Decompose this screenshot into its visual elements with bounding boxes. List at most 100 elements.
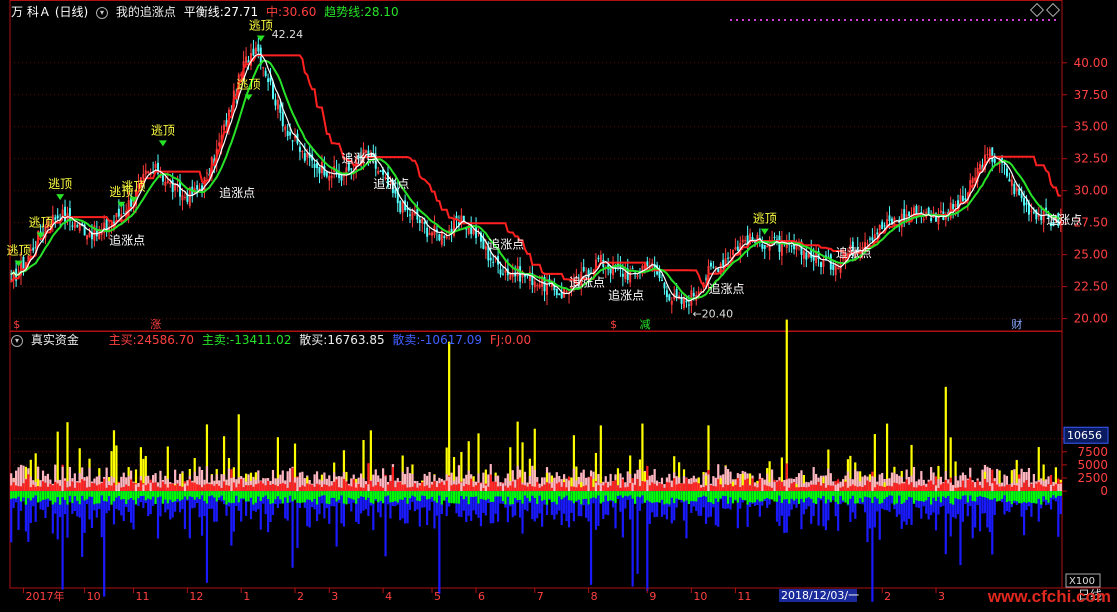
red-bar bbox=[751, 478, 754, 492]
main-sell-bar bbox=[550, 491, 554, 503]
retail-sell-bar bbox=[27, 491, 30, 542]
red-bar bbox=[289, 482, 292, 492]
candle-body bbox=[1008, 179, 1011, 182]
red-bar bbox=[144, 485, 147, 492]
event-marker[interactable]: 减 bbox=[640, 318, 651, 331]
main-sell-bar bbox=[367, 491, 370, 498]
red-bar bbox=[531, 486, 534, 492]
candle-body bbox=[908, 211, 911, 217]
red-bar bbox=[130, 479, 133, 492]
retail-buy-bar bbox=[646, 479, 649, 492]
main-sell-bar bbox=[313, 491, 316, 499]
main-sell-bar bbox=[555, 491, 558, 505]
red-bar bbox=[242, 487, 245, 492]
retail-sell-bar bbox=[778, 491, 781, 527]
candle-body bbox=[286, 130, 289, 137]
retail-sell-label: 散卖: bbox=[392, 333, 421, 347]
retail-buy-bar bbox=[406, 466, 409, 492]
red-bar bbox=[345, 481, 348, 492]
event-marker[interactable]: 财 bbox=[1011, 317, 1022, 331]
main-sell-bar bbox=[227, 491, 231, 503]
red-bar bbox=[176, 483, 179, 492]
stock-name[interactable]: 万 科Ａ bbox=[11, 5, 51, 19]
retail-sell-bar bbox=[200, 491, 204, 536]
mid-line bbox=[10, 54, 1061, 289]
red-bar bbox=[763, 484, 766, 492]
sub-indicator-dropdown-icon[interactable]: ▾ bbox=[11, 334, 23, 347]
red-bar bbox=[651, 482, 654, 492]
red-bar bbox=[570, 486, 573, 492]
main-sell-bar bbox=[817, 491, 820, 498]
red-bar bbox=[795, 487, 798, 492]
main-buy-bar bbox=[599, 425, 602, 492]
candle-body bbox=[790, 245, 793, 247]
event-strip-dot bbox=[814, 19, 816, 21]
retail-buy-bar bbox=[949, 482, 952, 492]
main-sell-bar bbox=[736, 491, 739, 503]
event-marker[interactable]: 涨 bbox=[150, 318, 161, 331]
red-bar bbox=[244, 485, 248, 492]
red-bar bbox=[445, 480, 448, 492]
candle-body bbox=[306, 153, 309, 158]
event-marker[interactable]: $ bbox=[13, 318, 20, 331]
red-bar bbox=[237, 483, 240, 492]
red-bar bbox=[335, 479, 338, 492]
chart-canvas[interactable]: 40.0037.5035.0032.5030.0027.5025.0022.50… bbox=[0, 0, 1117, 609]
red-bar bbox=[100, 483, 103, 492]
red-bar bbox=[161, 481, 165, 492]
main-sell-bar bbox=[509, 491, 512, 505]
candle-body bbox=[839, 263, 842, 273]
main-sell-bar bbox=[545, 491, 549, 505]
main-sell-bar bbox=[61, 491, 64, 498]
sub-indicator-name[interactable]: 真实资金 bbox=[31, 333, 79, 347]
event-strip-dot bbox=[1036, 19, 1038, 21]
main-sell-bar bbox=[978, 491, 982, 496]
indicator-dropdown-icon[interactable]: ▾ bbox=[96, 6, 109, 19]
event-marker[interactable]: $ bbox=[610, 318, 617, 331]
red-bar bbox=[790, 483, 793, 492]
main-sell-bar bbox=[499, 491, 502, 497]
candle-body bbox=[431, 232, 434, 236]
retail-buy-bar bbox=[149, 482, 152, 492]
red-bar bbox=[731, 486, 735, 492]
candle-body bbox=[871, 237, 874, 241]
main-sell-bar bbox=[883, 491, 886, 499]
main-sell-bar bbox=[922, 491, 925, 502]
retail-sell-bar bbox=[944, 491, 947, 555]
event-strip-dot bbox=[754, 19, 756, 21]
red-bar bbox=[670, 487, 673, 492]
event-strip-dot bbox=[1000, 19, 1002, 21]
red-bar bbox=[629, 483, 632, 492]
x-axis-label: 7 bbox=[537, 590, 544, 603]
red-bar bbox=[898, 484, 901, 492]
indicator-name[interactable]: 我的追涨点 bbox=[116, 5, 176, 19]
red-bar bbox=[1013, 485, 1016, 492]
retail-sell-bar bbox=[103, 491, 106, 597]
main-sell-bar bbox=[783, 491, 786, 500]
main-sell-bar bbox=[827, 491, 830, 500]
main-sell-bar bbox=[893, 491, 896, 505]
red-bar bbox=[653, 483, 656, 492]
red-bar bbox=[389, 480, 392, 492]
sub-chart-header: ▾ 真实资金 主买:24586.70 主卖:-13411.02 散买:16763… bbox=[11, 333, 535, 347]
red-bar bbox=[191, 482, 194, 492]
main-sell-value: -13411.02 bbox=[229, 333, 292, 347]
main-sell-bar bbox=[166, 491, 169, 504]
main-sell-bar bbox=[423, 491, 426, 497]
main-sell-bar bbox=[937, 491, 940, 497]
main-sell-bar bbox=[381, 491, 385, 504]
main-sell-bar bbox=[171, 491, 174, 503]
event-strip-dot bbox=[856, 19, 858, 21]
main-sell-bar bbox=[925, 491, 928, 501]
candle-body bbox=[1013, 183, 1016, 194]
red-bar bbox=[171, 483, 174, 492]
main-sell-bar bbox=[812, 491, 815, 503]
red-bar bbox=[663, 487, 666, 492]
main-sell-bar bbox=[942, 491, 945, 497]
red-bar bbox=[394, 487, 397, 492]
main-sell-bar bbox=[851, 491, 854, 496]
red-bar bbox=[271, 483, 275, 492]
main-sell-bar bbox=[663, 491, 666, 505]
main-sell-bar bbox=[775, 491, 779, 502]
red-bar bbox=[274, 484, 277, 492]
